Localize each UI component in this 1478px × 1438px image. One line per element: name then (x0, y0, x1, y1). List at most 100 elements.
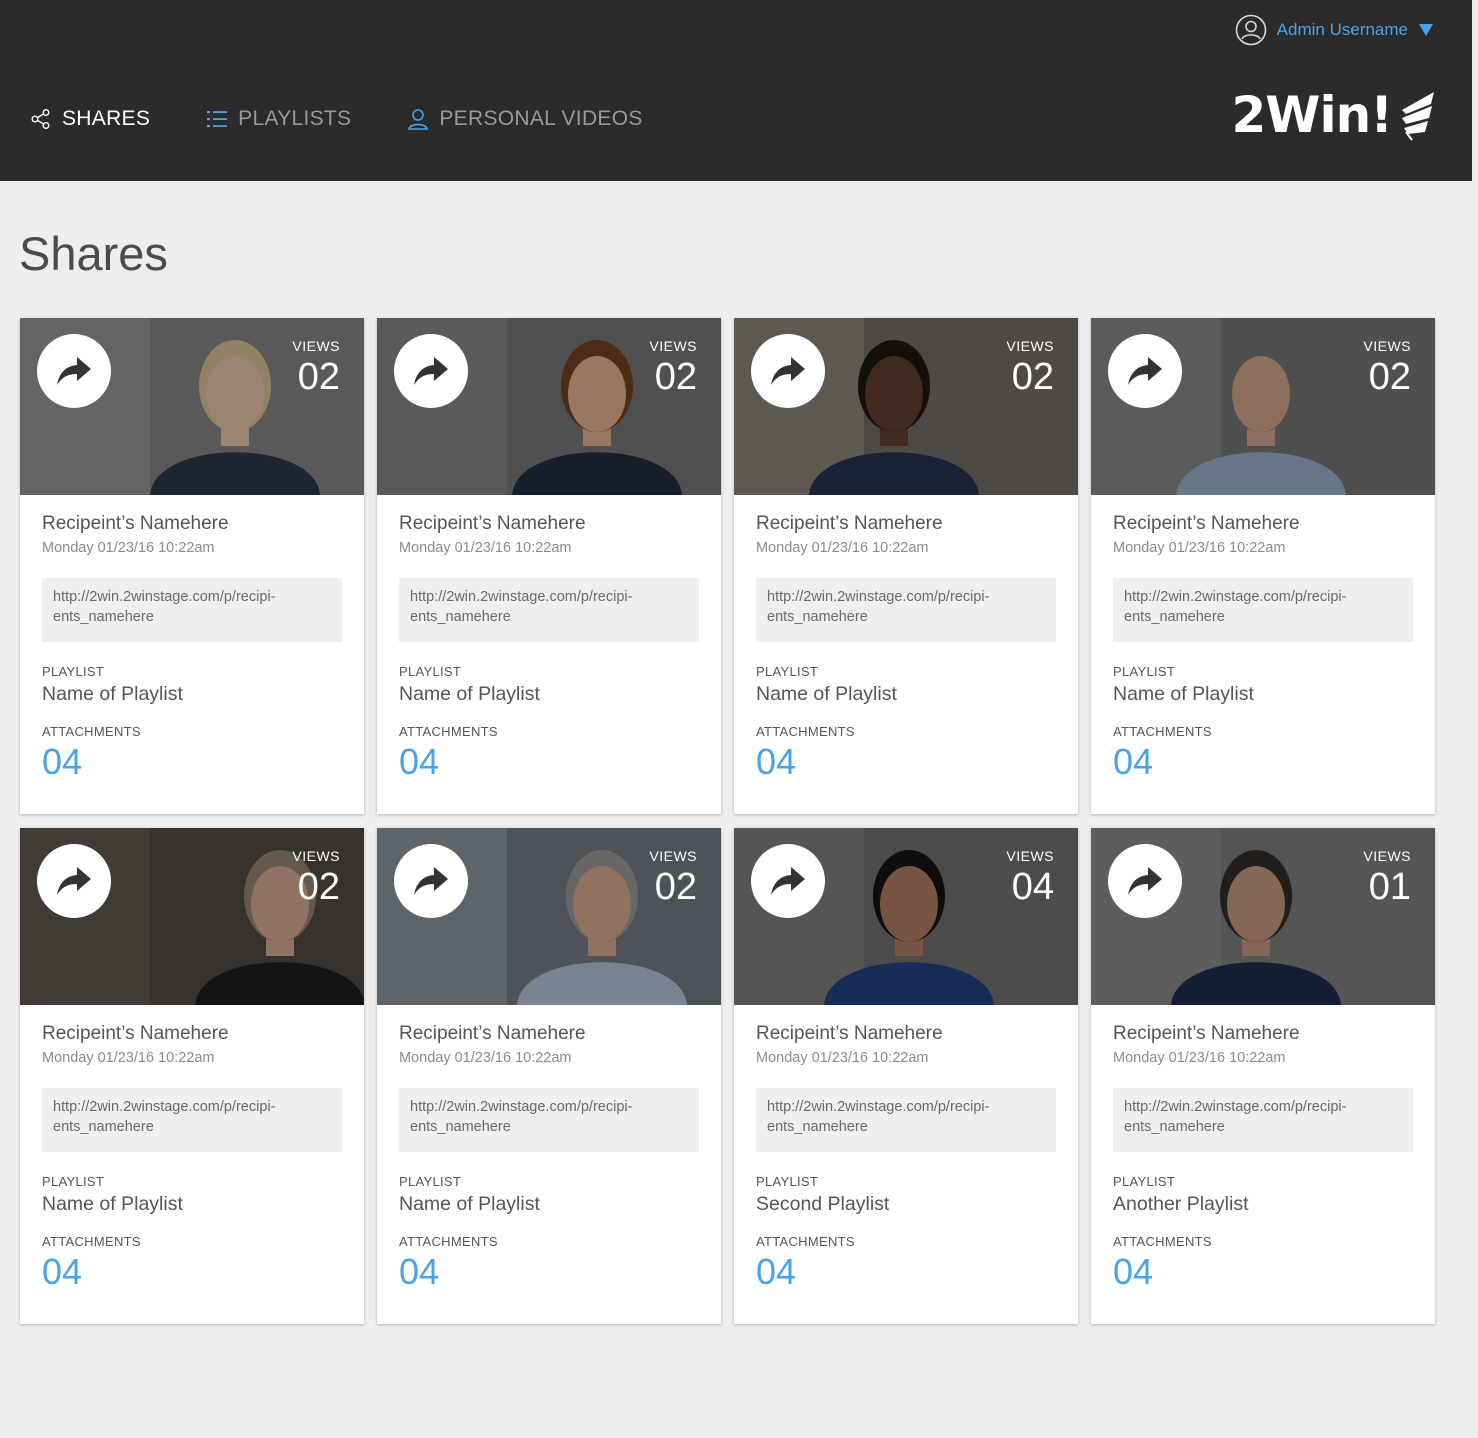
attachments-count[interactable]: 04 (42, 742, 342, 782)
share-button[interactable] (751, 844, 825, 918)
attachments-count[interactable]: 04 (756, 742, 1056, 782)
views-count: 04 (1011, 866, 1054, 908)
attachments-count[interactable]: 04 (1113, 742, 1413, 782)
nav-label: PLAYLISTS (238, 107, 352, 130)
nav-item-playlists[interactable]: PLAYLISTS (206, 107, 351, 131)
playlist-name[interactable]: Name of Playlist (42, 1193, 342, 1216)
attachments-count[interactable]: 04 (1113, 1252, 1413, 1292)
share-link-line: ents_namehere (767, 609, 868, 625)
playlist-name[interactable]: Name of Playlist (1113, 683, 1413, 706)
recipient-name: Recipeint’s Namehere (756, 513, 943, 534)
share-button[interactable] (37, 844, 111, 918)
share-link-field[interactable]: http://2win.2winstage.com/p/recipi- ents… (1113, 1088, 1413, 1152)
nav-item-personal-videos[interactable]: PERSONAL VIDEOS (407, 107, 642, 131)
share-button[interactable] (1108, 844, 1182, 918)
share-link-field[interactable]: http://2win.2winstage.com/p/recipi- ents… (1113, 578, 1413, 642)
views-counter: VIEWS 01 (1363, 848, 1411, 908)
share-link-line: http://2win.2winstage.com/p/recipi- (767, 589, 990, 605)
playlist-label: PLAYLIST (399, 1174, 462, 1189)
share-link-field[interactable]: http://2win.2winstage.com/p/recipi- ents… (42, 1088, 342, 1152)
share-card[interactable]: VIEWS 02 Recipeint’s Namehere Monday 01/… (1091, 318, 1435, 814)
playlist-name[interactable]: Name of Playlist (42, 683, 342, 706)
share-card[interactable]: VIEWS 04 Recipeint’s Namehere Monday 01/… (734, 828, 1078, 1324)
list-icon (207, 111, 228, 128)
shares-grid: VIEWS 02 Recipeint’s Namehere Monday 01/… (20, 318, 1435, 1324)
share-link-line: ents_namehere (1124, 1119, 1225, 1135)
views-counter: VIEWS 02 (649, 338, 697, 398)
views-label: VIEWS (649, 848, 697, 864)
forward-arrow-icon (57, 357, 91, 385)
views-label: VIEWS (1363, 848, 1411, 864)
playlist-label: PLAYLIST (1113, 1174, 1176, 1189)
attachments-label: ATTACHMENTS (756, 724, 855, 739)
share-card[interactable]: VIEWS 02 Recipeint’s Namehere Monday 01/… (20, 828, 364, 1324)
main-nav: SHARES PLAYLISTS PERSONAL VIDEOS (30, 107, 699, 131)
views-count: 02 (654, 356, 697, 398)
playlist-name[interactable]: Another Playlist (1113, 1193, 1413, 1216)
forward-arrow-icon (414, 357, 448, 385)
playlist-label: PLAYLIST (42, 1174, 105, 1189)
card-body: Recipeint’s Namehere Monday 01/23/16 10:… (734, 495, 1078, 782)
caret-down-icon[interactable] (1418, 23, 1434, 37)
card-photo: VIEWS 02 (734, 318, 1078, 495)
attachments-count[interactable]: 04 (399, 742, 699, 782)
user-menu[interactable]: Admin Username (1235, 14, 1434, 46)
views-count: 02 (654, 866, 697, 908)
views-label: VIEWS (649, 338, 697, 354)
share-date: Monday 01/23/16 10:22am (42, 1050, 215, 1066)
share-link-line: http://2win.2winstage.com/p/recipi- (767, 1099, 990, 1115)
attachments-count[interactable]: 04 (399, 1252, 699, 1292)
card-photo: VIEWS 02 (377, 318, 721, 495)
brand-logo[interactable]: 2Win! (1232, 86, 1438, 144)
attachments-label: ATTACHMENTS (399, 724, 498, 739)
views-counter: VIEWS 04 (1006, 848, 1054, 908)
recipient-name: Recipeint’s Namehere (42, 1023, 229, 1044)
share-card[interactable]: VIEWS 01 Recipeint’s Namehere Monday 01/… (1091, 828, 1435, 1324)
share-link-field[interactable]: http://2win.2winstage.com/p/recipi- ents… (756, 1088, 1056, 1152)
card-photo: VIEWS 02 (20, 318, 364, 495)
share-button[interactable] (37, 334, 111, 408)
share-link-line: ents_namehere (410, 609, 511, 625)
user-avatar-icon (1235, 14, 1266, 46)
share-link-field[interactable]: http://2win.2winstage.com/p/recipi- ents… (42, 578, 342, 642)
playlist-name[interactable]: Second Playlist (756, 1193, 1056, 1216)
card-photo: VIEWS 02 (377, 828, 721, 1005)
recipient-name: Recipeint’s Namehere (399, 513, 586, 534)
share-card[interactable]: VIEWS 02 Recipeint’s Namehere Monday 01/… (20, 318, 364, 814)
playlist-name[interactable]: Name of Playlist (756, 683, 1056, 706)
views-count: 02 (297, 356, 340, 398)
share-button[interactable] (751, 334, 825, 408)
playlist-name[interactable]: Name of Playlist (399, 683, 699, 706)
forward-arrow-icon (1128, 357, 1162, 385)
share-button[interactable] (394, 844, 468, 918)
share-card[interactable]: VIEWS 02 Recipeint’s Namehere Monday 01/… (734, 318, 1078, 814)
attachments-count[interactable]: 04 (42, 1252, 342, 1292)
person-icon (408, 109, 429, 130)
share-button[interactable] (1108, 334, 1182, 408)
views-label: VIEWS (1006, 338, 1054, 354)
views-label: VIEWS (292, 848, 340, 864)
forward-arrow-icon (771, 867, 805, 895)
nav-label: SHARES (62, 107, 151, 130)
share-link-field[interactable]: http://2win.2winstage.com/p/recipi- ents… (399, 578, 699, 642)
share-link-field[interactable]: http://2win.2winstage.com/p/recipi- ents… (756, 578, 1056, 642)
share-link-field[interactable]: http://2win.2winstage.com/p/recipi- ents… (399, 1088, 699, 1152)
recipient-name: Recipeint’s Namehere (42, 513, 229, 534)
nav-item-shares[interactable]: SHARES (30, 107, 150, 131)
share-card[interactable]: VIEWS 02 Recipeint’s Namehere Monday 01/… (377, 828, 721, 1324)
username-label[interactable]: Admin Username (1277, 20, 1408, 40)
share-date: Monday 01/23/16 10:22am (1113, 1050, 1286, 1066)
top-header: Admin Username SHARES PLAYLISTS PERSONAL… (0, 0, 1472, 181)
share-button[interactable] (394, 334, 468, 408)
share-link-line: http://2win.2winstage.com/p/recipi- (1124, 589, 1347, 605)
attachments-count[interactable]: 04 (756, 1252, 1056, 1292)
recipient-name: Recipeint’s Namehere (1113, 513, 1300, 534)
playlist-name[interactable]: Name of Playlist (399, 1193, 699, 1216)
playlist-label: PLAYLIST (756, 1174, 819, 1189)
views-count: 02 (1368, 356, 1411, 398)
attachments-label: ATTACHMENTS (1113, 1234, 1212, 1249)
card-body: Recipeint’s Namehere Monday 01/23/16 10:… (377, 495, 721, 782)
recipient-name: Recipeint’s Namehere (399, 1023, 586, 1044)
views-label: VIEWS (292, 338, 340, 354)
share-card[interactable]: VIEWS 02 Recipeint’s Namehere Monday 01/… (377, 318, 721, 814)
